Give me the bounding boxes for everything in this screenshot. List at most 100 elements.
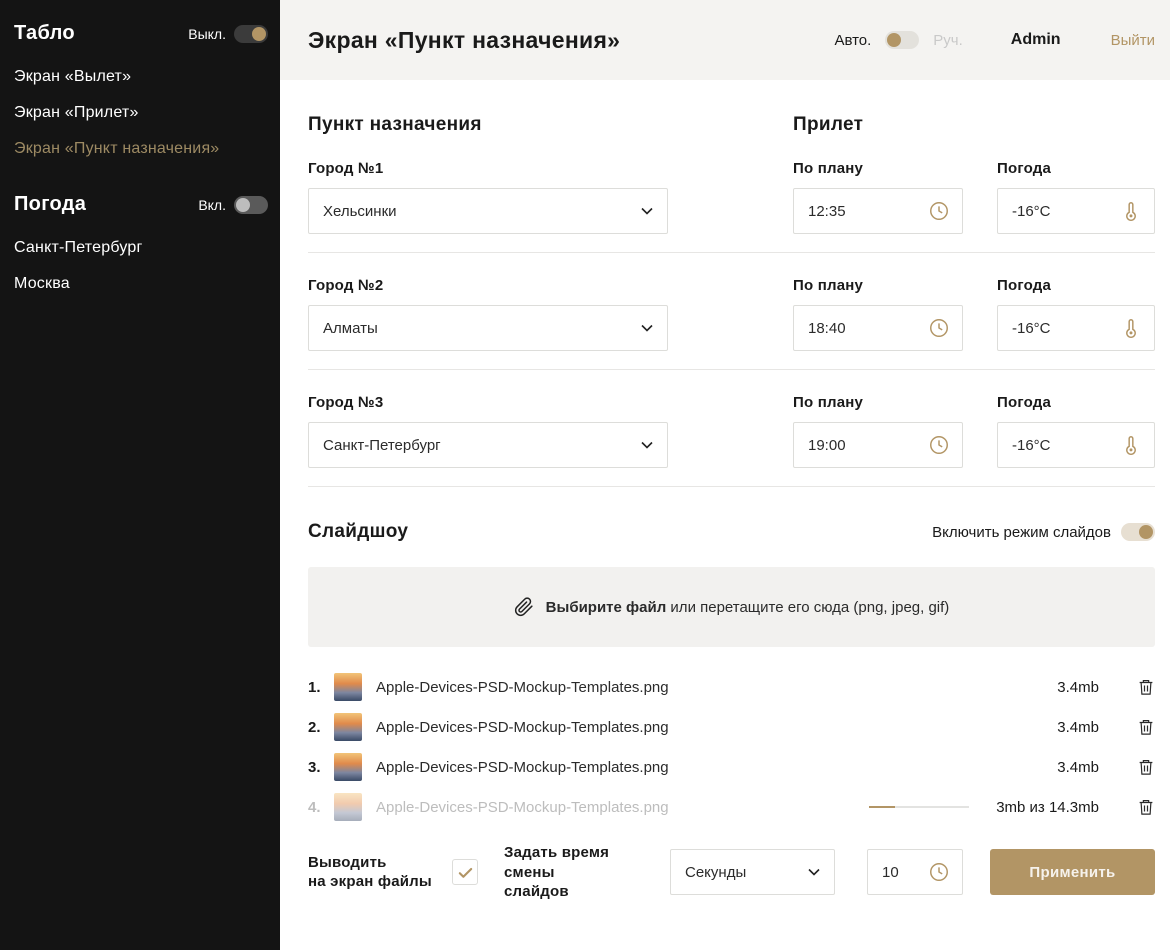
toggle-knob bbox=[236, 198, 250, 212]
mode-manual-label[interactable]: Руч. bbox=[933, 32, 963, 49]
apply-button[interactable]: Применить bbox=[990, 849, 1155, 895]
file-size: 3.4mb bbox=[987, 759, 1099, 776]
user-name: Admin bbox=[1011, 31, 1061, 49]
paperclip-icon bbox=[514, 597, 534, 617]
plan-time-input[interactable] bbox=[808, 320, 948, 337]
plan-label: По плану bbox=[793, 160, 963, 177]
toggle-knob bbox=[887, 33, 901, 47]
plan-label: По плану bbox=[793, 277, 963, 294]
thermometer-icon bbox=[1120, 200, 1142, 222]
weather-toggle-label: Вкл. bbox=[198, 197, 226, 213]
plan-time-input[interactable] bbox=[808, 437, 948, 454]
slide-interval-label: Задать время смены слайдов bbox=[504, 843, 656, 902]
trash-icon bbox=[1137, 797, 1155, 817]
weather-label: Погода bbox=[997, 394, 1155, 411]
destination-title: Пункт назначения bbox=[308, 114, 668, 136]
destination-row: Город №2 Алматы По плану bbox=[308, 253, 1155, 370]
file-dropzone[interactable]: Выбирите файл или перетащите его сюда (p… bbox=[308, 567, 1155, 647]
file-row: 3. Apple-Devices-PSD-Mockup-Templates.pn… bbox=[308, 747, 1155, 787]
city-select[interactable]: Хельсинки bbox=[308, 188, 668, 234]
cancel-upload-button[interactable] bbox=[1137, 797, 1155, 817]
file-index: 2. bbox=[308, 719, 330, 736]
file-thumbnail bbox=[334, 673, 362, 701]
display-files-label: Выводить на экран файлы bbox=[308, 853, 434, 892]
file-name: Apple-Devices-PSD-Mockup-Templates.png bbox=[376, 799, 859, 816]
city-label: Город №1 bbox=[308, 160, 668, 177]
content: Пункт назначения Прилет Город №1 Хельсин… bbox=[280, 80, 1170, 902]
page-title: Экран «Пункт назначения» bbox=[308, 27, 620, 54]
clock-icon bbox=[928, 200, 950, 222]
chevron-down-icon bbox=[641, 441, 653, 449]
file-index: 3. bbox=[308, 759, 330, 776]
auto-manual-toggle[interactable] bbox=[885, 31, 919, 49]
city-select-value: Алматы bbox=[323, 320, 378, 337]
destination-row: Город №1 Хельсинки По плану bbox=[308, 136, 1155, 253]
weather-toggle[interactable] bbox=[234, 196, 268, 214]
upload-hint: Выбирите файл или перетащите его сюда (p… bbox=[546, 599, 950, 616]
sidebar-item-destination-screen[interactable]: Экран «Пункт назначения» bbox=[14, 131, 268, 167]
file-thumbnail bbox=[334, 713, 362, 741]
file-index: 1. bbox=[308, 679, 330, 696]
file-thumbnail bbox=[334, 753, 362, 781]
sidebar-item-spb[interactable]: Санкт-Петербург bbox=[14, 230, 268, 266]
clock-icon bbox=[928, 434, 950, 456]
file-name: Apple-Devices-PSD-Mockup-Templates.png bbox=[376, 759, 987, 776]
clock-icon bbox=[928, 317, 950, 339]
city-select[interactable]: Алматы bbox=[308, 305, 668, 351]
file-name: Apple-Devices-PSD-Mockup-Templates.png bbox=[376, 679, 987, 696]
file-size: 3.4mb bbox=[987, 679, 1099, 696]
chevron-down-icon bbox=[641, 324, 653, 332]
board-toggle-label: Выкл. bbox=[188, 26, 226, 42]
plan-time-input[interactable] bbox=[808, 203, 948, 220]
upload-hint-bold: Выбирите файл bbox=[546, 599, 667, 616]
file-row: 2. Apple-Devices-PSD-Mockup-Templates.pn… bbox=[308, 707, 1155, 747]
destination-row: Город №3 Санкт-Петербург По плану bbox=[308, 370, 1155, 487]
slideshow-controls: Выводить на экран файлы Задать время сме… bbox=[308, 843, 1155, 902]
delete-file-button[interactable] bbox=[1137, 717, 1155, 737]
weather-label: Погода bbox=[997, 277, 1155, 294]
delete-file-button[interactable] bbox=[1137, 677, 1155, 697]
logout-link[interactable]: Выйти bbox=[1111, 32, 1155, 49]
check-icon bbox=[457, 864, 474, 881]
interval-unit-select[interactable]: Секунды bbox=[670, 849, 835, 895]
toggle-knob bbox=[252, 27, 266, 41]
main-area: Экран «Пункт назначения» Авто. Руч. Admi… bbox=[280, 0, 1170, 950]
sidebar-board-section: Табло Выкл. Экран «Вылет» Экран «Прилет»… bbox=[14, 22, 268, 167]
delete-file-button[interactable] bbox=[1137, 757, 1155, 777]
toggle-knob bbox=[1139, 525, 1153, 539]
sidebar-item-departure-screen[interactable]: Экран «Вылет» bbox=[14, 59, 268, 95]
city-label: Город №3 bbox=[308, 394, 668, 411]
file-upload-status: 3mb из 14.3mb bbox=[969, 799, 1099, 816]
city-label: Город №2 bbox=[308, 277, 668, 294]
slideshow-mode-toggle[interactable] bbox=[1121, 523, 1155, 541]
weather-nav: Санкт-Петербург Москва bbox=[14, 230, 268, 302]
file-list: 1. Apple-Devices-PSD-Mockup-Templates.pn… bbox=[308, 667, 1155, 827]
file-row: 1. Apple-Devices-PSD-Mockup-Templates.pn… bbox=[308, 667, 1155, 707]
sidebar-board-title: Табло bbox=[14, 22, 75, 45]
sidebar-weather-section: Погода Вкл. Санкт-Петербург Москва bbox=[14, 193, 268, 302]
file-row-uploading: 4. Apple-Devices-PSD-Mockup-Templates.pn… bbox=[308, 787, 1155, 827]
trash-icon bbox=[1137, 677, 1155, 697]
board-nav: Экран «Вылет» Экран «Прилет» Экран «Пунк… bbox=[14, 59, 268, 167]
thermometer-icon bbox=[1120, 434, 1142, 456]
app-root: Табло Выкл. Экран «Вылет» Экран «Прилет»… bbox=[0, 0, 1170, 950]
slideshow-toggle-label: Включить режим слайдов bbox=[932, 524, 1111, 541]
board-toggle[interactable] bbox=[234, 25, 268, 43]
topbar: Экран «Пункт назначения» Авто. Руч. Admi… bbox=[280, 0, 1170, 80]
city-select[interactable]: Санкт-Петербург bbox=[308, 422, 668, 468]
file-index: 4. bbox=[308, 799, 330, 816]
file-name: Apple-Devices-PSD-Mockup-Templates.png bbox=[376, 719, 987, 736]
sidebar-item-moscow[interactable]: Москва bbox=[14, 266, 268, 302]
sidebar-item-arrival-screen[interactable]: Экран «Прилет» bbox=[14, 95, 268, 131]
mode-auto-label[interactable]: Авто. bbox=[834, 32, 871, 49]
chevron-down-icon bbox=[808, 868, 820, 876]
sidebar-weather-title: Погода bbox=[14, 193, 86, 216]
display-files-checkbox[interactable] bbox=[452, 859, 478, 885]
upload-progress-fill bbox=[869, 806, 895, 808]
thermometer-icon bbox=[1120, 317, 1142, 339]
file-size: 3.4mb bbox=[987, 719, 1099, 736]
weather-label: Погода bbox=[997, 160, 1155, 177]
upload-hint-rest: или перетащите его сюда (png, jpeg, gif) bbox=[666, 599, 949, 616]
file-thumbnail bbox=[334, 793, 362, 821]
interval-unit-value: Секунды bbox=[685, 864, 746, 881]
